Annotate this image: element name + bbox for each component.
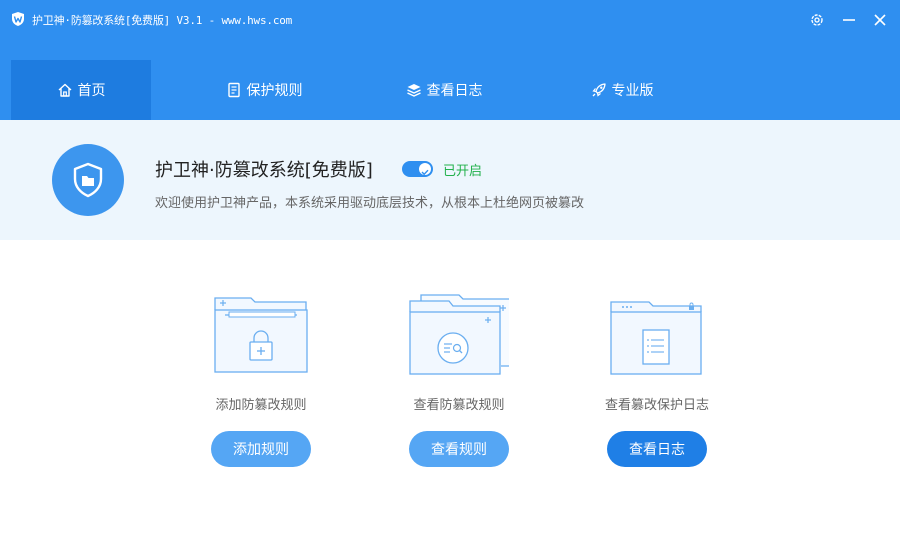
check-icon xyxy=(421,169,429,176)
add-rule-label: 添加防篡改规则 xyxy=(215,398,307,413)
view-rules-label: 查看防篡改规则 xyxy=(413,398,505,413)
tab-logs[interactable]: 查看日志 xyxy=(374,60,514,120)
tab-pro[interactable]: 专业版 xyxy=(552,60,692,120)
window-title: 护卫神·防篡改系统[免费版] V3.1 - www.hws.com xyxy=(32,14,293,27)
home-icon xyxy=(58,83,71,97)
protection-toggle[interactable] xyxy=(402,161,433,177)
view-rules-button[interactable]: 查看规则 xyxy=(409,431,509,467)
toggle-knob xyxy=(419,163,431,176)
tab-rules-label: 保护规则 xyxy=(246,83,303,99)
status-text: 已开启 xyxy=(443,164,483,179)
title-bar: 护卫神·防篡改系统[免费版] V3.1 - www.hws.com xyxy=(0,0,900,40)
shield-icon xyxy=(52,144,124,216)
product-description: 欢迎使用护卫神产品，本系统采用驱动底层技术，从根本上杜绝网页被篡改 xyxy=(155,196,585,211)
view-logs-label: 查看篡改保护日志 xyxy=(604,398,709,413)
bottom-strip xyxy=(0,528,900,549)
rocket-icon xyxy=(591,83,606,97)
folder-lock-illustration xyxy=(214,297,308,373)
product-info-panel: 护卫神·防篡改系统[免费版] 已开启 欢迎使用护卫神产品，本系统采用驱动底层技术… xyxy=(0,120,900,240)
tab-home-label: 首页 xyxy=(77,83,106,99)
rules-doc-icon xyxy=(227,82,240,98)
settings-icon[interactable] xyxy=(807,10,827,30)
app-logo-icon xyxy=(10,11,26,27)
tab-rules[interactable]: 保护规则 xyxy=(194,60,334,120)
layers-icon xyxy=(406,84,421,97)
log-window-illustration xyxy=(610,301,702,375)
add-rule-button[interactable]: 添加规则 xyxy=(211,431,311,467)
add-rule-card: 添加防篡改规则 添加规则 xyxy=(161,290,361,480)
view-logs-button[interactable]: 查看日志 xyxy=(607,431,707,467)
folder-search-illustration xyxy=(409,294,509,375)
main-nav: 首页 保护规则 查看日志 专业版 xyxy=(0,40,900,120)
tab-home[interactable]: 首页 xyxy=(11,60,151,120)
tab-pro-label: 专业版 xyxy=(611,83,654,99)
close-icon[interactable] xyxy=(870,10,890,30)
view-rules-card: 查看防篡改规则 查看规则 xyxy=(359,290,559,480)
product-name: 护卫神·防篡改系统[免费版] xyxy=(155,160,373,181)
view-logs-card: 查看篡改保护日志 查看日志 xyxy=(557,290,757,480)
tab-logs-label: 查看日志 xyxy=(426,83,483,99)
minimize-icon[interactable] xyxy=(839,10,859,30)
